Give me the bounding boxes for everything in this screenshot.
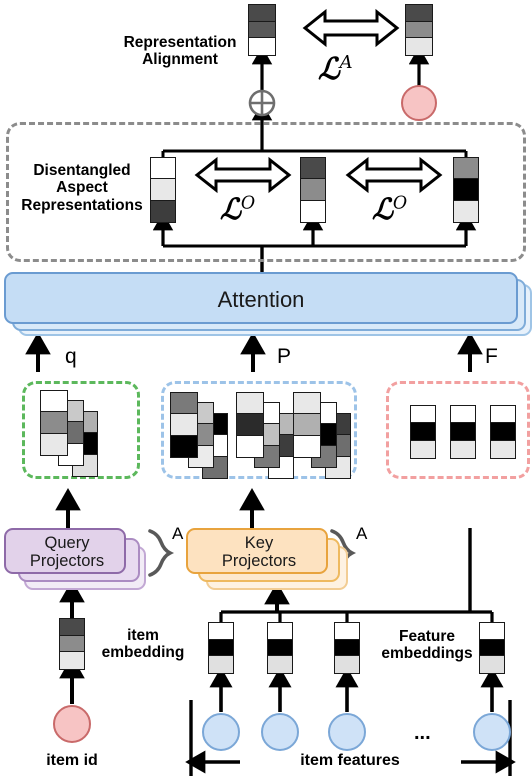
vector-cell [454,200,478,222]
vector-cell [480,623,504,640]
feature-embedding-vector-1 [208,622,234,674]
orthogonality-loss-1-superscript: O [240,193,256,214]
key-aspect-count-label: A [356,524,368,543]
vector-cell [301,200,325,222]
vector-cell [171,435,197,457]
key-projection-3-1 [293,392,321,458]
vector-cell [335,623,359,640]
vector-cell [491,440,515,458]
feature-embedding-vector-3 [334,622,360,674]
aspect-representation-2 [300,157,326,223]
feature-embeddings-label: Feature embeddings [381,628,473,663]
orthogonality-loss-1-label: ℒO [220,192,256,226]
key-projectors[interactable]: Key Projectors [186,528,328,574]
architecture-diagram: Representation Alignment ℒA Disentangled A… [0,0,532,780]
key-projection-1-1 [170,392,198,458]
vector-cell [480,656,504,673]
vector-cell [268,639,292,657]
vector-cell [335,639,359,657]
feature-node-4 [473,713,511,751]
vector-cell [301,179,325,201]
vector-cell [411,406,435,424]
vector-cell [249,5,275,22]
alignment-loss-label: ℒA [318,52,353,87]
vector-cell [406,21,432,39]
vector-cell [237,414,263,436]
orthogonality-loss-2-label: ℒO [372,192,408,226]
key-projection-2-1 [236,392,264,458]
vector-cell [294,414,320,436]
vector-cell [60,652,84,669]
feature-node-2 [261,713,299,751]
key-signal-label: P [277,345,292,368]
vector-cell [209,656,233,673]
key-projectors-label: Key Projectors [221,534,297,571]
vector-cell [480,639,504,657]
vector-cell [411,440,435,458]
disentangled-aspect-label: Disentangled Aspect Representations [21,162,143,214]
query-signal-label: q [65,345,77,368]
vector-cell [451,406,475,424]
query-projectors-label: Query Projectors [29,534,105,571]
aspect-representation-1 [150,157,176,223]
vector-cell [60,635,84,653]
vector-cell [335,656,359,673]
vector-cell [268,656,292,673]
attention-label: Attention [217,287,305,312]
vector-cell [151,179,175,201]
feature-embedding-vector-2 [267,622,293,674]
vector-cell [151,200,175,222]
vector-cell [411,423,435,441]
double-headed-arrow-top [302,8,400,48]
attention-layer[interactable]: Attention [4,272,518,324]
vector-cell [209,623,233,640]
item-id-label: item id [46,752,98,769]
vector-cell [41,433,67,455]
aspect-representation-3 [453,157,479,223]
vector-cell [41,391,67,413]
feature-vector-2 [450,405,476,459]
vector-cell [171,414,197,436]
item-features-label: item features [300,752,400,769]
vector-cell [60,619,84,636]
vector-cell [301,158,325,180]
query-aspect-count-label: A [172,524,184,543]
vector-cell [237,393,263,415]
vector-cell [268,623,292,640]
query-projection-1 [40,390,68,456]
feature-node-1 [202,713,240,751]
representation-alignment-label: Representation Alignment [123,34,237,69]
item-id-node [53,705,91,743]
vector-cell [451,423,475,441]
item-embedding-label: item embedding [101,627,185,662]
feature-vector-1 [410,405,436,459]
item-id-node-top [401,85,437,121]
vector-cell [171,393,197,415]
feature-signal-label: F [485,345,498,368]
vector-cell [406,5,432,22]
vector-cell [41,412,67,434]
orthogonality-loss-2-superscript: O [392,193,408,214]
vector-cell [406,38,432,55]
feature-embedding-vector-4 [479,622,505,674]
feature-node-3 [328,713,366,751]
feature-ellipsis-label: ... [414,722,431,744]
feature-vector-3 [490,405,516,459]
item-id-representation-vector [405,4,433,56]
vector-cell [451,440,475,458]
vector-cell [294,435,320,457]
query-projectors[interactable]: Query Projectors [4,528,126,574]
item-embedding-vector [59,618,85,670]
vector-cell [454,158,478,180]
vector-cell [237,435,263,457]
vector-cell [491,406,515,424]
vector-cell [491,423,515,441]
vector-cell [209,639,233,657]
alignment-loss-superscript: A [339,52,353,73]
vector-cell [151,158,175,180]
vector-cell [454,179,478,201]
vector-cell [294,393,320,415]
